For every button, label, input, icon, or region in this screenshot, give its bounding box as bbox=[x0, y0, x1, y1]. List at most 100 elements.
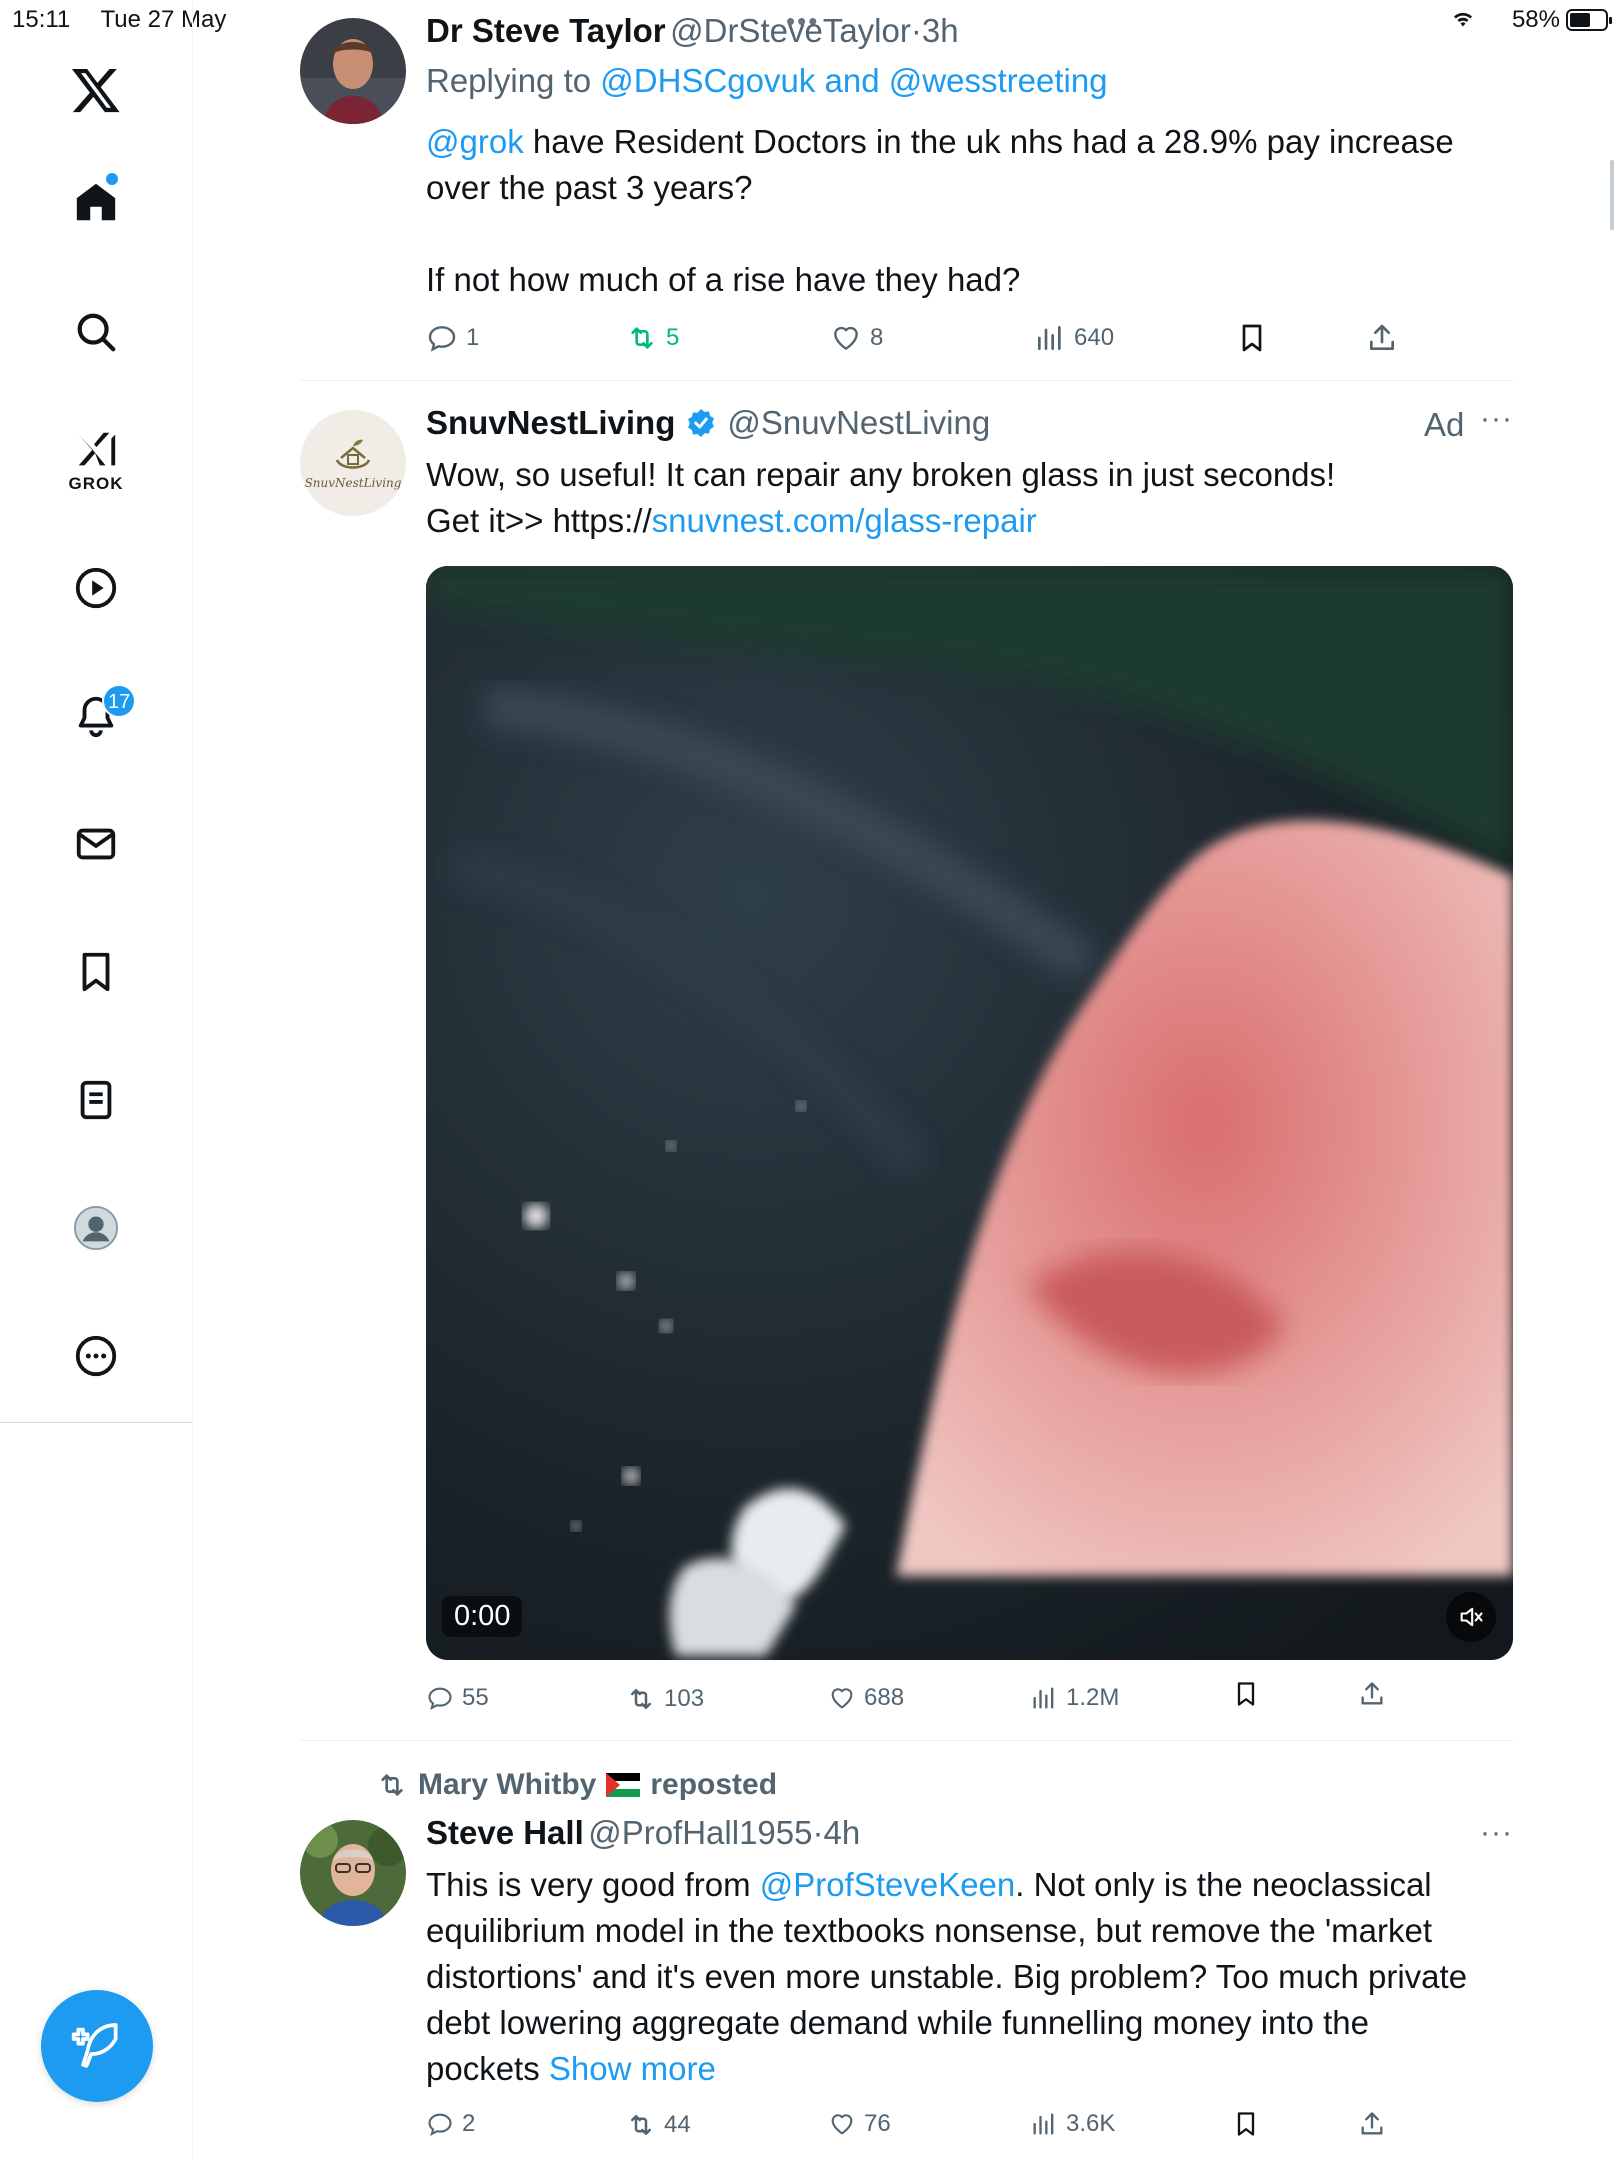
tweet-text-line: . Not only is the neoclassical bbox=[1015, 1866, 1432, 1903]
reposted-by-name[interactable]: Mary Whitby bbox=[418, 1768, 596, 1802]
reply-icon bbox=[428, 2113, 452, 2136]
mention-link[interactable]: @grok bbox=[426, 123, 524, 160]
palestine-flag-icon bbox=[606, 1773, 641, 1797]
repost-context: Mary Whitby reposted bbox=[376, 1768, 777, 1802]
share-button[interactable] bbox=[1358, 2110, 1386, 2138]
tweet-text-line: Wow, so useful! It can repair any broken… bbox=[426, 456, 1336, 493]
tweet-header: Dr Steve Taylor @DrSteveTaylor·3h bbox=[426, 12, 959, 50]
avatar[interactable] bbox=[300, 18, 406, 124]
nav-home[interactable] bbox=[46, 162, 146, 242]
nav-bookmarks[interactable] bbox=[46, 932, 146, 1012]
video-player[interactable] bbox=[426, 566, 1513, 1660]
show-more-link[interactable]: Show more bbox=[549, 2050, 716, 2087]
share-button[interactable] bbox=[1358, 1680, 1386, 1708]
compose-button[interactable] bbox=[41, 1990, 153, 2102]
tweet-text-line: over the past 3 years? bbox=[426, 169, 753, 206]
video-frame bbox=[426, 566, 1513, 1660]
views-chart-icon bbox=[1033, 2113, 1054, 2135]
views-count: 1.2M bbox=[1066, 1684, 1120, 1711]
author-name[interactable]: Steve Hall bbox=[426, 1814, 584, 1851]
home-unread-dot bbox=[106, 173, 118, 185]
avatar[interactable] bbox=[300, 1820, 406, 1926]
nav-lists[interactable] bbox=[46, 1060, 146, 1140]
sidebar-divider bbox=[0, 1422, 193, 1423]
like-count: 688 bbox=[864, 1684, 905, 1711]
reply-count: 1 bbox=[466, 324, 480, 351]
tweet-time[interactable]: 3h bbox=[922, 12, 959, 49]
reply-icon bbox=[428, 1687, 452, 1710]
tweet-divider bbox=[300, 1740, 1513, 1741]
share-icon bbox=[1361, 2112, 1383, 2135]
reply-button[interactable]: 2 bbox=[426, 2110, 475, 2138]
lists-icon bbox=[80, 1080, 112, 1120]
bookmark-button[interactable] bbox=[1232, 2110, 1260, 2138]
reply-mention-2[interactable]: @wesstreeting bbox=[889, 62, 1108, 99]
repost-button[interactable]: 5 bbox=[626, 322, 679, 354]
tweet-time[interactable]: 4h bbox=[823, 1814, 860, 1851]
author-handle[interactable]: @DrSteveTaylor bbox=[670, 12, 911, 49]
moon-icon bbox=[1487, 10, 1497, 30]
author-handle[interactable]: @SnuvNestLiving bbox=[727, 404, 990, 442]
nav-profile[interactable] bbox=[46, 1188, 146, 1268]
tweet-text-line: debt lowering aggregate demand while fun… bbox=[426, 2004, 1369, 2041]
play-circle-icon bbox=[75, 567, 117, 609]
reply-and: and bbox=[824, 62, 880, 99]
separator-dot: · bbox=[812, 1814, 824, 1851]
compose-feather-icon bbox=[71, 2023, 118, 2068]
author-handle[interactable]: @ProfHall1955 bbox=[588, 1814, 812, 1851]
reply-mention-1[interactable]: @DHSCgovuk bbox=[600, 62, 815, 99]
battery-percent: 58% bbox=[1511, 6, 1560, 33]
views-button[interactable]: 640 bbox=[1034, 322, 1114, 354]
author-name[interactable]: Dr Steve Taylor bbox=[426, 12, 666, 49]
like-count: 8 bbox=[870, 324, 884, 351]
separator-dot: · bbox=[910, 12, 922, 49]
avatar[interactable]: SnuvNestLiving bbox=[300, 410, 406, 516]
ad-link[interactable]: snuvnest.com/glass-repair bbox=[652, 502, 1037, 539]
share-button[interactable] bbox=[1366, 322, 1398, 354]
nav-video[interactable] bbox=[46, 548, 146, 628]
x-logo-icon[interactable] bbox=[46, 50, 146, 130]
tweet-text-line: If not how much of a rise have they had? bbox=[426, 261, 1021, 298]
nav-more[interactable] bbox=[46, 1316, 146, 1396]
mute-button[interactable] bbox=[1446, 1592, 1496, 1642]
views-button[interactable]: 3.6K bbox=[1030, 2110, 1115, 2138]
repost-count: 5 bbox=[666, 324, 680, 351]
author-name[interactable]: SnuvNestLiving bbox=[426, 404, 675, 442]
views-chart-icon bbox=[1038, 326, 1061, 350]
wifi-icon bbox=[1453, 12, 1472, 27]
verified-badge-icon bbox=[688, 409, 715, 437]
like-button[interactable]: 688 bbox=[828, 1684, 904, 1712]
feed-left-border bbox=[192, 1422, 193, 2160]
reply-button[interactable]: 55 bbox=[426, 1684, 489, 1712]
tweet-text-line: This is very good from bbox=[426, 1866, 760, 1903]
like-button[interactable]: 76 bbox=[828, 2110, 891, 2138]
repost-button[interactable]: 103 bbox=[626, 1684, 704, 1714]
tweet-divider bbox=[300, 380, 1513, 381]
bookmark-icon bbox=[1237, 2112, 1255, 2136]
reply-button[interactable]: 1 bbox=[426, 322, 479, 354]
battery-icon bbox=[1566, 9, 1612, 31]
nav-search[interactable] bbox=[46, 292, 146, 372]
scrollbar[interactable] bbox=[1610, 160, 1614, 230]
reply-count: 55 bbox=[462, 1684, 489, 1711]
more-options-icon[interactable]: ··· bbox=[1480, 1816, 1513, 1850]
envelope-icon bbox=[76, 828, 116, 860]
profile-avatar-icon bbox=[73, 1205, 119, 1251]
tweet-text-line: distortions' and it's even more unstable… bbox=[426, 1958, 1468, 1995]
reply-icon bbox=[428, 326, 456, 352]
repost-button[interactable]: 44 bbox=[626, 2110, 691, 2140]
tweet-header: Steve Hall @ProfHall1955·4h bbox=[426, 1814, 860, 1852]
like-button[interactable]: 8 bbox=[830, 322, 883, 354]
bookmark-button[interactable] bbox=[1232, 1680, 1260, 1708]
views-count: 3.6K bbox=[1066, 2110, 1116, 2137]
mention-link[interactable]: @ProfSteveKeen bbox=[760, 1866, 1015, 1903]
more-options-icon[interactable]: ··· bbox=[1480, 402, 1513, 436]
avatar-brand-text: SnuvNestLiving bbox=[304, 476, 402, 490]
tweet-text: This is very good from @ProfSteveKeen. N… bbox=[426, 1862, 1467, 2092]
bookmark-button[interactable] bbox=[1236, 322, 1268, 354]
views-button[interactable]: 1.2M bbox=[1030, 1684, 1119, 1712]
nav-messages[interactable] bbox=[46, 804, 146, 884]
grok-icon bbox=[78, 432, 116, 466]
grok-label: GROK bbox=[68, 474, 124, 493]
repost-count: 103 bbox=[664, 1685, 705, 1712]
